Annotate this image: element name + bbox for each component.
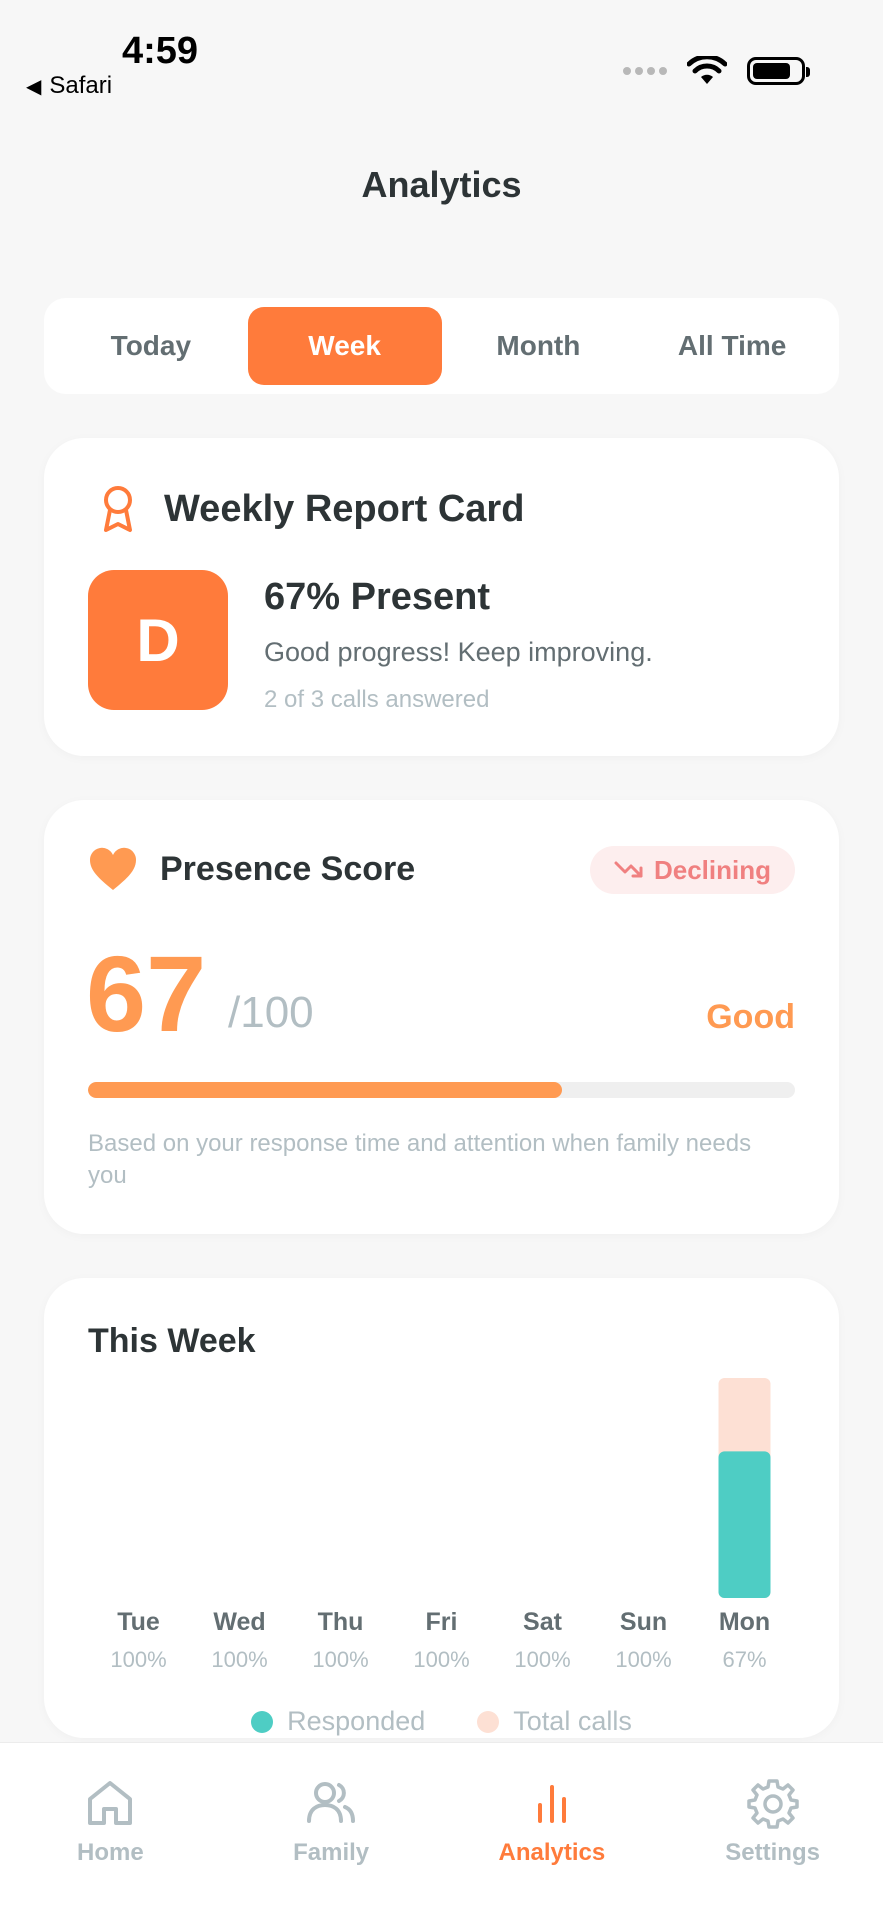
status-time: 4:59 bbox=[122, 30, 199, 72]
tab-settings[interactable]: Settings bbox=[662, 1743, 883, 1920]
day-percent-label: 100% bbox=[615, 1647, 672, 1672]
trend-down-icon bbox=[614, 861, 643, 878]
day-column-wed: Wed 100% bbox=[189, 1608, 290, 1673]
report-card-details: 67% Present Good progress! Keep improvin… bbox=[264, 576, 653, 714]
weekly-report-card: Weekly Report Card D 67% Present Good pr… bbox=[44, 438, 839, 756]
wifi-icon bbox=[687, 56, 727, 84]
bar-chart-icon bbox=[537, 1785, 566, 1823]
legend-total-swatch bbox=[477, 1710, 500, 1733]
tab-settings-label: Settings bbox=[725, 1839, 820, 1866]
day-name-label: Mon bbox=[718, 1608, 771, 1636]
segment-all-time[interactable]: All Time bbox=[635, 307, 829, 385]
day-name-label: Wed bbox=[213, 1608, 266, 1636]
tab-analytics[interactable]: Analytics bbox=[442, 1743, 663, 1920]
legend-total: Total calls bbox=[477, 1706, 632, 1737]
this-week-card: This Week Tue 100% Wed 100% Thu 100% Fri 100% Sa… bbox=[44, 1278, 839, 1738]
segment-today[interactable]: Today bbox=[54, 307, 248, 385]
day-column-sat: Sat 100% bbox=[492, 1608, 593, 1673]
report-message: Good progress! Keep improving. bbox=[264, 637, 653, 667]
day-name-label: Tue bbox=[117, 1608, 160, 1636]
report-card-header: Weekly Report Card bbox=[96, 484, 524, 534]
trend-label: Declining bbox=[653, 854, 771, 885]
day-percent-label: 100% bbox=[514, 1647, 571, 1672]
weekly-calls-chart bbox=[718, 1378, 771, 1598]
tab-analytics-label: Analytics bbox=[498, 1839, 606, 1866]
day-column-fri: Fri 100% bbox=[391, 1608, 492, 1673]
legend-total-label: Total calls bbox=[513, 1706, 632, 1736]
bottom-tab-bar: Home Family Analytics Settings bbox=[0, 1742, 883, 1920]
presence-score-max: /100 bbox=[228, 988, 314, 1037]
analytics-screen: 4:59 ◀ Safari Analytics Today Week Month… bbox=[0, 0, 883, 1920]
report-card-title: Weekly Report Card bbox=[164, 487, 525, 530]
day-percent-label: 100% bbox=[110, 1647, 167, 1672]
day-column-tue: Tue 100% bbox=[88, 1608, 189, 1673]
presence-score-value: 67 bbox=[86, 933, 207, 1054]
day-column-sun: Sun 100% bbox=[593, 1608, 694, 1673]
award-ribbon-icon bbox=[104, 486, 132, 532]
family-icon bbox=[307, 1782, 356, 1823]
day-percent-label: 100% bbox=[312, 1647, 369, 1672]
page-title: Analytics bbox=[361, 164, 522, 205]
presence-progress-fill bbox=[88, 1082, 562, 1098]
gear-icon bbox=[746, 1779, 799, 1829]
day-percent-label: 67% bbox=[722, 1647, 767, 1672]
present-percent: 67% Present bbox=[264, 576, 491, 618]
day-column-mon: Mon 67% bbox=[694, 1608, 795, 1673]
legend-responded-swatch bbox=[251, 1710, 274, 1733]
presence-progress-bar bbox=[88, 1082, 795, 1098]
day-name-label: Sun bbox=[619, 1608, 668, 1636]
tab-family-label: Family bbox=[293, 1839, 370, 1866]
chart-legend: Responded Total calls bbox=[44, 1706, 839, 1737]
legend-responded: Responded bbox=[251, 1706, 425, 1737]
presence-title: Presence Score bbox=[160, 849, 416, 888]
presence-rating: Good bbox=[706, 998, 795, 1036]
day-column-thu: Thu 100% bbox=[290, 1608, 391, 1673]
tab-family[interactable]: Family bbox=[221, 1743, 442, 1920]
day-name-label: Thu bbox=[317, 1608, 364, 1636]
segment-week[interactable]: Week bbox=[247, 307, 442, 385]
battery-icon bbox=[747, 57, 810, 85]
this-week-title: This Week bbox=[88, 1322, 256, 1360]
trend-badge: Declining bbox=[589, 846, 795, 894]
day-labels: Tue 100% Wed 100% Thu 100% Fri 100% Sat 100% Sun 10… bbox=[88, 1608, 795, 1673]
day-percent-label: 100% bbox=[413, 1647, 470, 1672]
day-percent-label: 100% bbox=[211, 1647, 268, 1672]
status-indicators bbox=[623, 56, 810, 86]
heart-icon bbox=[89, 847, 137, 890]
segment-month[interactable]: Month bbox=[442, 307, 636, 385]
signal-dots-icon bbox=[623, 67, 667, 75]
back-label: Safari bbox=[49, 72, 113, 99]
presence-note: Based on your response time and attentio… bbox=[88, 1130, 752, 1189]
day-name-label: Fri bbox=[425, 1608, 458, 1636]
legend-responded-label: Responded bbox=[287, 1706, 426, 1736]
tab-home-label: Home bbox=[77, 1839, 144, 1866]
back-to-safari[interactable]: ◀ Safari bbox=[26, 72, 112, 100]
presence-header: Presence Score bbox=[88, 846, 415, 892]
grade-badge: D bbox=[88, 570, 228, 710]
period-segmented-control: Today Week Month All Time bbox=[44, 298, 839, 394]
bar-responded-mon bbox=[718, 1451, 771, 1598]
back-arrow-icon: ◀ bbox=[26, 75, 42, 98]
presence-score-card: Presence Score Declining 67 /100 Good Ba… bbox=[44, 800, 839, 1234]
tab-home[interactable]: Home bbox=[0, 1743, 221, 1920]
calls-answered: 2 of 3 calls answered bbox=[264, 686, 490, 713]
home-icon bbox=[88, 1781, 133, 1825]
day-name-label: Sat bbox=[523, 1608, 562, 1636]
